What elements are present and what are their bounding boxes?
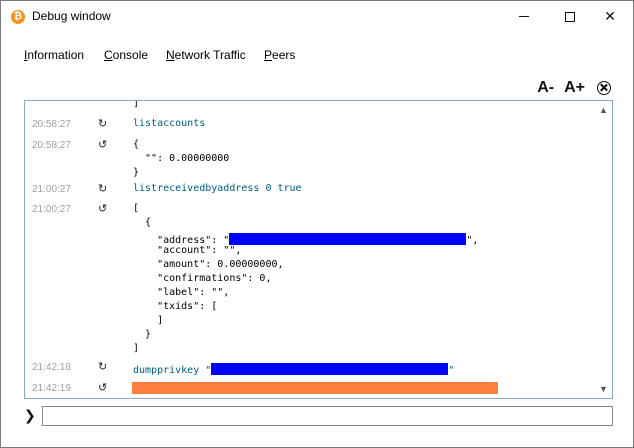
command-line: dumpprivkey " " xyxy=(133,360,454,378)
reply-line: } xyxy=(133,329,152,340)
tab-peers-label: eers xyxy=(272,48,296,62)
reply-line: ] xyxy=(133,343,140,354)
reply-line: "account": "", xyxy=(133,245,242,256)
scroll-down-icon[interactable]: ▼ xyxy=(595,382,612,396)
tab-peers[interactable]: Peers xyxy=(264,48,295,62)
redacted-address xyxy=(211,363,449,375)
timestamp: 21:42:19 xyxy=(32,383,71,394)
timestamp: 20:58:27 xyxy=(32,119,71,130)
tab-console-mnemonic: C xyxy=(104,48,113,62)
console-input-row: ❯ xyxy=(24,406,614,426)
reply-icon: ↺ xyxy=(98,202,108,215)
command-text: listreceivedbyaddress 0 true xyxy=(133,183,302,194)
reply-line: { xyxy=(133,217,152,228)
address-suffix: ", xyxy=(466,235,479,246)
request-icon: ↻ xyxy=(98,117,108,130)
maximize-icon xyxy=(565,11,575,22)
command-text: listaccounts xyxy=(133,118,206,129)
close-icon: ✕ xyxy=(604,8,616,24)
console-partial-line: ] xyxy=(133,100,140,109)
tab-bar: Information Console Network Traffic Peer… xyxy=(1,32,633,76)
reply-icon: ↺ xyxy=(98,138,108,151)
font-controls: A- A+ xyxy=(537,77,611,99)
reply-line: "txids": [ xyxy=(133,301,218,312)
timestamp: 21:00:27 xyxy=(32,204,71,215)
console-command-input[interactable] xyxy=(42,406,613,426)
console-scrollbar[interactable]: ▲ ▼ xyxy=(595,101,612,398)
tab-information[interactable]: Information xyxy=(24,48,84,62)
highlighted-output xyxy=(132,382,498,394)
timestamp: 20:58:27 xyxy=(32,140,71,151)
reply-line: "": 0.00000000 xyxy=(133,153,230,164)
command-text: dumpprivkey " xyxy=(133,365,212,376)
tab-peers-mnemonic: P xyxy=(264,48,273,62)
close-button[interactable]: ✕ xyxy=(587,1,633,32)
minimize-button[interactable] xyxy=(501,1,547,32)
timestamp: 21:00:27 xyxy=(32,184,71,195)
request-icon: ↻ xyxy=(98,360,108,373)
tab-console-label: onsole xyxy=(112,48,149,62)
command-suffix: " xyxy=(448,365,455,376)
reply-line: ] xyxy=(133,315,164,326)
reply-line: "label": "", xyxy=(133,287,230,298)
minimize-icon xyxy=(519,16,529,17)
clear-console-icon[interactable] xyxy=(597,81,611,95)
reply-line: [ xyxy=(133,203,140,214)
reply-icon: ↺ xyxy=(98,381,108,394)
request-icon: ↻ xyxy=(98,182,108,195)
font-increase-button[interactable]: A+ xyxy=(564,79,585,97)
reply-line: "amount": 0.00000000, xyxy=(133,259,284,270)
scroll-up-icon[interactable]: ▲ xyxy=(595,103,612,117)
console-output[interactable]: ] 20:58:27 ↻ listaccounts 20:58:27 ↺ { "… xyxy=(24,100,613,399)
redacted-address xyxy=(229,233,467,245)
bitcoin-logo-icon: ₿ xyxy=(11,10,25,24)
prompt-chevron-icon: ❯ xyxy=(24,407,36,423)
tab-information-label: nformation xyxy=(27,48,85,62)
reply-line: { xyxy=(133,139,140,150)
reply-line: "confirmations": 0, xyxy=(133,273,272,284)
tab-network-traffic-label: etwork Traffic xyxy=(174,48,246,62)
font-decrease-button[interactable]: A- xyxy=(537,79,554,97)
title-bar: ₿ Debug window ✕ xyxy=(1,1,633,32)
tab-console[interactable]: Console xyxy=(104,48,148,62)
reply-line: } xyxy=(133,167,140,178)
tab-network-traffic-mnemonic: N xyxy=(166,48,175,62)
window-title: Debug window xyxy=(32,9,111,23)
tab-network-traffic[interactable]: Network Traffic xyxy=(166,48,246,62)
timestamp: 21:42:18 xyxy=(32,362,71,373)
